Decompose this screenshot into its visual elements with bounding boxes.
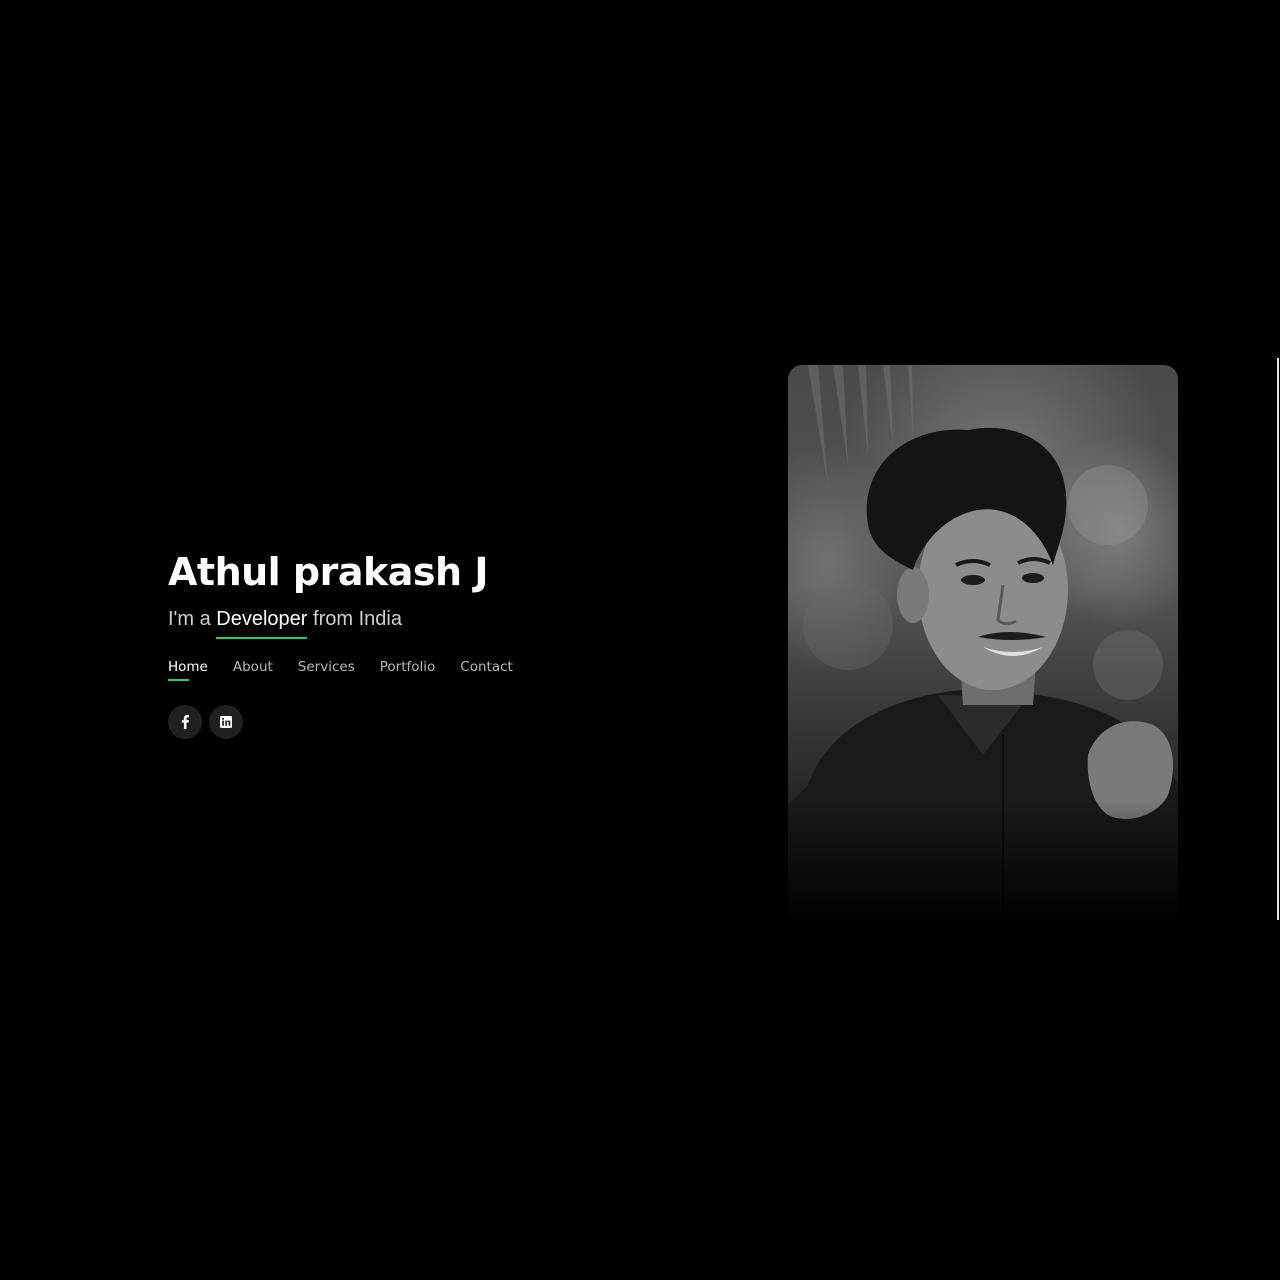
nav-item-about[interactable]: About: [233, 659, 273, 681]
facebook-icon: [180, 715, 190, 729]
tagline-suffix: from India: [307, 608, 402, 630]
nav-item-services[interactable]: Services: [298, 659, 355, 681]
main-nav: Home About Services Portfolio Contact: [168, 659, 688, 681]
nav-item-home[interactable]: Home: [168, 659, 208, 681]
photo-fade-overlay: [788, 800, 1178, 920]
linkedin-icon: [220, 716, 232, 728]
edge-divider: [1277, 358, 1279, 920]
nav-item-portfolio[interactable]: Portfolio: [380, 659, 436, 681]
tagline-role: Developer: [216, 608, 308, 639]
hero-section: Athul prakash J I'm a Developer from Ind…: [168, 546, 688, 739]
tagline-prefix: I'm a: [168, 608, 217, 630]
portrait-photo: [788, 365, 1178, 920]
facebook-link[interactable]: [168, 705, 202, 739]
linkedin-link[interactable]: [209, 705, 243, 739]
nav-item-contact[interactable]: Contact: [460, 659, 513, 681]
social-links: [168, 705, 688, 739]
hero-name: Athul prakash J: [168, 550, 488, 594]
hero-tagline: I'm a Developer from India: [168, 608, 688, 639]
home-page: Athul prakash J I'm a Developer from Ind…: [0, 0, 1280, 1280]
